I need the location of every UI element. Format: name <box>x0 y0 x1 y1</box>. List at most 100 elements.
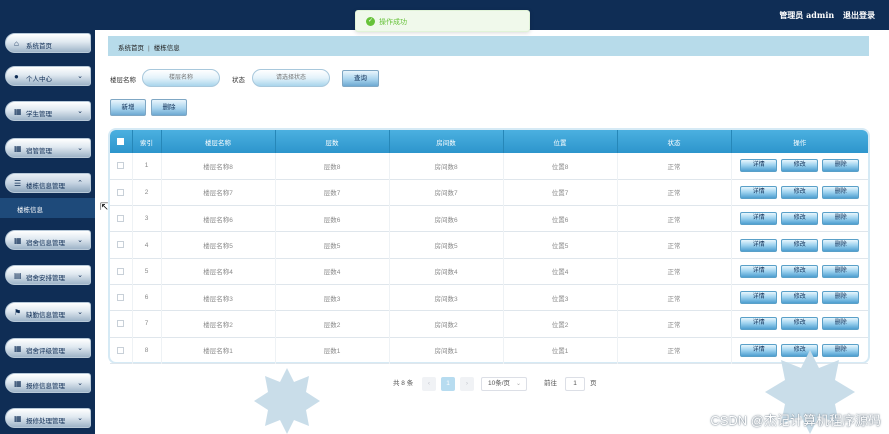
select-all-cell <box>110 130 133 153</box>
cell-floors: 层数5 <box>275 231 390 259</box>
detail-button[interactable]: 详情 <box>740 317 778 331</box>
name-search-input[interactable] <box>142 69 220 87</box>
edit-button[interactable]: 修改 <box>781 159 819 173</box>
admin-label: 管理员 admin <box>779 10 835 20</box>
breadcrumb-separator: | <box>148 45 150 52</box>
cell-location: 位置7 <box>503 179 618 206</box>
edit-button[interactable]: 修改 <box>781 185 819 199</box>
batch-delete-button[interactable]: 删除 <box>151 99 187 116</box>
cell-index: 1 <box>132 153 162 180</box>
edit-button[interactable]: 修改 <box>781 264 819 278</box>
page-size-select[interactable]: 10条/页 ⌄ <box>481 377 527 391</box>
page-number-current[interactable]: 1 <box>441 377 455 391</box>
cell-name: 楼层名称2 <box>161 310 276 338</box>
search-form: 楼层名称 状态 查询 <box>108 68 408 88</box>
breadcrumb-current: 楼栋信息 <box>153 45 180 52</box>
cell-rooms: 房间数6 <box>389 205 504 232</box>
delete-button[interactable]: 删除 <box>822 317 860 331</box>
cell-rooms: 房间数1 <box>389 337 504 364</box>
edit-button[interactable]: 修改 <box>781 317 819 331</box>
home-icon: ⌂ <box>14 39 19 48</box>
row-checkbox[interactable] <box>117 267 125 275</box>
cell-actions: 详情 修改 删除 <box>731 179 868 205</box>
logout-link[interactable]: 退出登录 <box>843 10 875 20</box>
chevron-up-icon: ⌃ <box>77 180 83 187</box>
chevron-down-icon: ⌄ <box>77 73 83 80</box>
row-checkbox[interactable] <box>117 241 125 249</box>
sidebar-item-dorm-rating[interactable]: ▦ 宿舍评级管理 ⌄ <box>5 338 91 358</box>
edit-button[interactable]: 修改 <box>781 238 819 252</box>
cell-status: 正常 <box>617 337 732 364</box>
cell-actions: 详情 修改 删除 <box>731 284 868 310</box>
sidebar-item-dorm-managers[interactable]: ▦ 宿管管理 ⌄ <box>5 138 91 158</box>
delete-button[interactable]: 删除 <box>822 291 860 305</box>
building-table: 索引 楼层名称 层数 房间数 位置 状态 操作 1 楼层名称8 层数8 房间数8 位置8… <box>110 130 868 364</box>
cell-actions: 详情 修改 删除 <box>731 311 868 337</box>
jump-page-input[interactable]: 1 <box>565 377 585 391</box>
delete-button[interactable]: 删除 <box>822 159 860 173</box>
cell-location: 位置6 <box>503 205 618 232</box>
prev-page-button[interactable]: ‹ <box>422 377 436 391</box>
sidebar: ⌂ 系统首页 ● 个人中心 ⌄ ▦ 学生管理 ⌄ ▦ 宿管管理 ⌄ ☰ 楼栋信息… <box>0 0 95 434</box>
row-checkbox[interactable] <box>117 188 125 196</box>
select-all-checkbox[interactable] <box>117 137 125 145</box>
cell-location: 位置5 <box>503 231 618 259</box>
watermark-text: CSDN @杰记计算机程序源码 <box>710 413 881 428</box>
edit-button[interactable]: 修改 <box>781 291 819 305</box>
row-checkbox[interactable] <box>117 294 125 302</box>
cell-location: 位置3 <box>503 284 618 311</box>
delete-button[interactable]: 删除 <box>822 264 860 278</box>
delete-button[interactable]: 删除 <box>822 185 860 199</box>
detail-button[interactable]: 详情 <box>740 291 778 305</box>
detail-button[interactable]: 详情 <box>740 264 778 278</box>
cell-actions: 详情 修改 删除 <box>731 258 868 284</box>
row-select-cell <box>110 310 133 338</box>
sidebar-item-dorm-arrangement[interactable]: ▤ 宿舍安排管理 ⌄ <box>5 265 91 285</box>
cell-name: 楼层名称6 <box>161 205 276 232</box>
delete-button[interactable]: 删除 <box>822 238 860 252</box>
status-select[interactable] <box>252 69 330 87</box>
col-location: 位置 <box>503 130 618 153</box>
cell-status: 正常 <box>617 153 732 180</box>
add-button[interactable]: 新增 <box>110 99 146 116</box>
breadcrumb-home[interactable]: 系统首页 <box>118 45 144 52</box>
toast-message: 操作成功 <box>379 19 407 26</box>
sidebar-item-absence[interactable]: ⚑ 缺勤信息管理 ⌄ <box>5 302 91 322</box>
query-button[interactable]: 查询 <box>342 70 379 87</box>
sidebar-item-dorm-info[interactable]: ▦ 宿舍信息管理 ⌄ <box>5 230 91 250</box>
sidebar-item-label: 学生管理 <box>26 111 52 118</box>
detail-button[interactable]: 详情 <box>740 185 778 199</box>
chevron-down-icon: ⌄ <box>77 145 83 152</box>
cell-location: 位置1 <box>503 337 618 364</box>
cell-status: 正常 <box>617 310 732 338</box>
row-checkbox[interactable] <box>117 346 125 354</box>
sidebar-item-repair-info[interactable]: ▦ 报修信息管理 ⌄ <box>5 373 91 393</box>
sidebar-item-repair-process[interactable]: ▦ 报修处理管理 ⌄ <box>5 408 91 428</box>
sidebar-item-buildings[interactable]: ☰ 楼栋信息管理 ⌃ <box>5 173 91 193</box>
delete-button[interactable]: 删除 <box>822 212 860 226</box>
grid-icon: ▦ <box>14 107 22 116</box>
detail-button[interactable]: 详情 <box>740 159 778 173</box>
detail-button[interactable]: 详情 <box>740 238 778 252</box>
status-label: 状态 <box>232 77 245 84</box>
edit-button[interactable]: 修改 <box>781 212 819 226</box>
total-count: 共 8 条 <box>393 380 414 387</box>
row-checkbox[interactable] <box>117 162 125 170</box>
row-checkbox[interactable] <box>117 320 125 328</box>
next-page-button[interactable]: › <box>460 377 474 391</box>
cell-index: 2 <box>132 179 162 206</box>
cell-actions: 详情 修改 删除 <box>731 153 868 179</box>
list-icon: ☰ <box>14 179 22 188</box>
row-checkbox[interactable] <box>117 215 125 223</box>
sidebar-item-home[interactable]: ⌂ 系统首页 <box>5 33 91 53</box>
sidebar-item-students[interactable]: ▦ 学生管理 ⌄ <box>5 101 91 121</box>
pagination: 共 8 条 ‹ 1 › 10条/页 ⌄ 前往 1 页 <box>393 377 613 391</box>
sidebar-subitem-building-info[interactable]: 楼栋信息 <box>0 198 95 218</box>
cell-rooms: 房间数2 <box>389 310 504 338</box>
page-size-value: 10条/页 <box>488 380 511 387</box>
detail-button[interactable]: 详情 <box>740 212 778 226</box>
table-panel: 索引 楼层名称 层数 房间数 位置 状态 操作 1 楼层名称8 层数8 房间数8 位置8… <box>108 128 870 364</box>
sidebar-item-profile[interactable]: ● 个人中心 ⌄ <box>5 66 91 86</box>
cell-floors: 层数7 <box>275 179 390 206</box>
cell-name: 楼层名称4 <box>161 258 276 285</box>
